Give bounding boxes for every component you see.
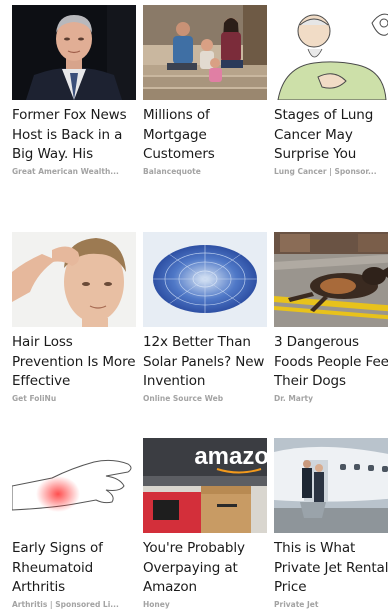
- ad-title[interactable]: Former Fox News Host is Back in a Big Wa…: [12, 106, 136, 165]
- ad-card-solar-panels[interactable]: 12x Better Than Solar Panels? New Invent…: [143, 232, 267, 404]
- ad-title[interactable]: Early Signs of Rheumatoid Arthritis: [12, 539, 136, 598]
- amazon-sign-text: amazon: [194, 443, 267, 470]
- news-host-portrait-image[interactable]: [12, 5, 136, 100]
- ad-title[interactable]: This is What Private Jet Rental Price: [274, 539, 388, 598]
- ad-source[interactable]: Get FoliNu: [12, 394, 132, 404]
- ad-source[interactable]: Dr. Marty: [274, 394, 388, 404]
- ad-card-rheumatoid-arthritis[interactable]: Early Signs of Rheumatoid Arthritis Arth…: [12, 438, 136, 610]
- ad-source[interactable]: Lung Cancer | Sponsor...: [274, 167, 388, 177]
- family-on-porch-image[interactable]: [143, 5, 267, 100]
- ad-card-amazon-overpaying[interactable]: amazon You're Probably Overpaying at Ama…: [143, 438, 267, 610]
- ad-title[interactable]: 12x Better Than Solar Panels? New Invent…: [143, 333, 267, 392]
- ad-card-private-jet[interactable]: This is What Private Jet Rental Price Pr…: [274, 438, 388, 610]
- blue-grid-disc-image[interactable]: [143, 232, 267, 327]
- ad-title[interactable]: Hair Loss Prevention Is More Effective: [12, 333, 136, 392]
- ad-card-dog-foods[interactable]: 3 Dangerous Foods People Feed Their Dogs…: [274, 232, 388, 404]
- man-touching-hairline-image[interactable]: [12, 232, 136, 327]
- ad-title[interactable]: You're Probably Overpaying at Amazon: [143, 539, 267, 598]
- dog-on-street-image[interactable]: [274, 232, 388, 327]
- ad-title[interactable]: 3 Dangerous Foods People Feed Their Dogs: [274, 333, 388, 392]
- ad-title[interactable]: Millions of Mortgage Customers: [143, 106, 267, 165]
- ad-source[interactable]: Online Source Web: [143, 394, 263, 404]
- amazon-store-image[interactable]: amazon: [143, 438, 267, 533]
- ad-title[interactable]: Stages of Lung Cancer May Surprise You: [274, 106, 388, 165]
- ad-source[interactable]: Great American Wealth...: [12, 167, 132, 177]
- ad-card-fox-news-host[interactable]: Former Fox News Host is Back in a Big Wa…: [12, 5, 136, 177]
- ad-source[interactable]: Balancequote: [143, 167, 263, 177]
- ad-source[interactable]: Arthritis | Sponsored Li...: [12, 600, 132, 610]
- ad-source[interactable]: Private Jet: [274, 600, 388, 610]
- ad-card-hair-loss[interactable]: Hair Loss Prevention Is More Effective G…: [12, 232, 136, 404]
- painful-wrist-image[interactable]: [12, 438, 136, 533]
- private-jet-image[interactable]: [274, 438, 388, 533]
- chest-pain-illustration-image[interactable]: [274, 5, 388, 100]
- ad-card-lung-cancer[interactable]: Stages of Lung Cancer May Surprise You L…: [274, 5, 388, 177]
- ad-card-mortgage[interactable]: Millions of Mortgage Customers Balancequ…: [143, 5, 267, 177]
- ad-source[interactable]: Honey: [143, 600, 263, 610]
